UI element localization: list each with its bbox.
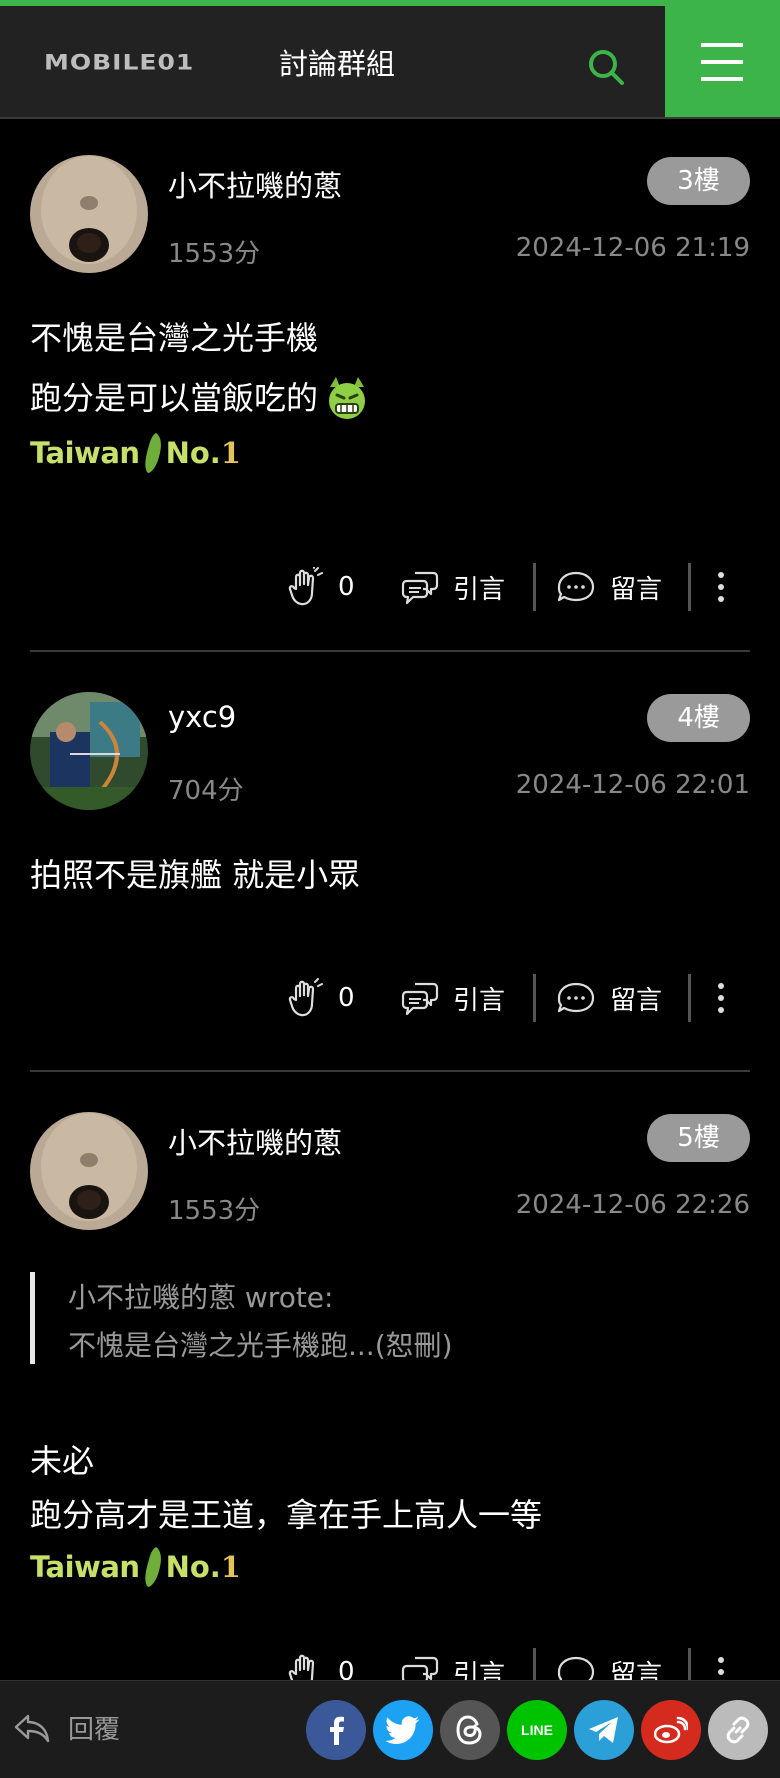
post-floor-3: 小不拉嘰的蔥 1553分 3樓 2024-12-06 21:19 不愧是台灣之光… xyxy=(30,155,750,635)
content-line: 不愧是台灣之光手機 xyxy=(30,319,319,357)
quote-button[interactable]: 引言 xyxy=(401,557,505,617)
floor-badge[interactable]: 4樓 xyxy=(647,694,750,742)
more-options-button[interactable] xyxy=(716,968,740,1028)
menu-button[interactable] xyxy=(665,6,780,117)
avatar-image xyxy=(30,1112,148,1230)
comment-button[interactable]: 留言 xyxy=(556,968,662,1028)
bottom-action-bar: 回覆 LINE xyxy=(0,1680,780,1778)
post-time: 2024-12-06 22:01 xyxy=(515,770,750,800)
site-logo[interactable]: MOBILE01 xyxy=(44,42,194,82)
quoted-reply: 小不拉嘰的蔥 wrote: 不愧是台灣之光手機跑...(恕刪) xyxy=(30,1272,755,1364)
action-separator xyxy=(533,974,536,1022)
more-options-button[interactable] xyxy=(716,557,740,617)
post-content: 未必 跑分高才是王道，拿在手上高人一等 Taiwan No. 1 xyxy=(30,1434,542,1592)
user-score: 704分 xyxy=(168,776,244,806)
reply-button[interactable]: 回覆 xyxy=(12,1709,120,1746)
like-button[interactable]: 0 xyxy=(288,557,355,617)
taiwan-map-icon xyxy=(144,433,161,473)
taiwan-no1-sticker: Taiwan No. 1 xyxy=(30,1542,542,1592)
avatar[interactable] xyxy=(30,155,148,273)
comment-label: 留言 xyxy=(610,574,663,605)
post-floor-4: yxc9 704分 4樓 2024-12-06 22:01 拍照不是旗艦 就是小… xyxy=(30,692,750,1022)
comment-label: 留言 xyxy=(610,985,663,1016)
comment-bubble-icon xyxy=(557,982,595,1013)
hamburger-icon xyxy=(701,43,743,81)
post-actions: 0 引言 留言 xyxy=(30,968,750,1028)
username[interactable]: 小不拉嘰的蔥 xyxy=(168,163,342,205)
action-separator xyxy=(533,563,536,611)
search-button[interactable] xyxy=(582,43,630,91)
like-button[interactable]: 0 xyxy=(288,968,355,1028)
post-time: 2024-12-06 21:19 xyxy=(515,233,750,263)
content-line: 未必 xyxy=(30,1442,95,1480)
share-line-button[interactable]: LINE xyxy=(507,1700,567,1760)
quote-bubbles-icon xyxy=(401,571,439,605)
post-floor-5: 小不拉嘰的蔥 1553分 5樓 2024-12-06 22:26 小不拉嘰的蔥 … xyxy=(30,1112,750,1696)
comment-button[interactable]: 留言 xyxy=(556,557,662,617)
threads-icon xyxy=(456,1715,482,1745)
search-icon xyxy=(589,50,624,85)
quote-button[interactable]: 引言 xyxy=(401,968,505,1028)
like-count: 0 xyxy=(338,572,355,602)
line-icon: LINE xyxy=(521,1722,553,1738)
twitter-bird-icon xyxy=(386,1716,419,1744)
logo-text: MOBILE01 xyxy=(44,49,195,75)
taiwan-map-icon xyxy=(144,1547,161,1587)
reply-arrow-icon xyxy=(14,1714,50,1742)
content-line: 跑分高才是王道，拿在手上高人一等 xyxy=(30,1496,543,1534)
action-separator xyxy=(688,563,691,611)
quote-label: 引言 xyxy=(453,574,506,605)
avatar[interactable] xyxy=(30,692,148,810)
post-actions: 0 引言 留言 xyxy=(30,557,750,617)
weibo-icon xyxy=(654,1716,688,1744)
floor-badge[interactable]: 5樓 xyxy=(647,1114,750,1162)
avatar-image xyxy=(30,692,148,810)
like-count: 0 xyxy=(338,983,355,1013)
avatar[interactable] xyxy=(30,1112,148,1230)
content-line: 拍照不是旗艦 就是小眾 xyxy=(30,856,361,894)
post-divider xyxy=(30,650,750,652)
user-score: 1553分 xyxy=(168,239,261,269)
post-time: 2024-12-06 22:26 xyxy=(515,1190,750,1220)
share-telegram-button[interactable] xyxy=(574,1700,634,1760)
username[interactable]: yxc9 xyxy=(168,700,236,734)
quote-bubbles-icon xyxy=(401,982,439,1016)
green-devil-grin-emoji xyxy=(329,377,366,419)
copy-link-button[interactable] xyxy=(708,1700,768,1760)
share-weibo-button[interactable] xyxy=(641,1700,701,1760)
clap-hand-icon xyxy=(288,567,323,606)
quote-author: 小不拉嘰的蔥 wrote: xyxy=(68,1281,334,1314)
content-line: 跑分是可以當飯吃的 xyxy=(30,379,319,417)
more-vertical-icon xyxy=(718,983,724,1013)
facebook-icon xyxy=(330,1716,344,1745)
share-facebook-button[interactable] xyxy=(306,1700,366,1760)
reply-label: 回覆 xyxy=(68,1715,121,1745)
quote-label: 引言 xyxy=(453,985,506,1016)
action-separator xyxy=(688,974,691,1022)
share-threads-button[interactable] xyxy=(440,1700,500,1760)
username[interactable]: 小不拉嘰的蔥 xyxy=(168,1120,342,1162)
link-icon xyxy=(726,1716,750,1744)
more-vertical-icon xyxy=(718,572,724,602)
telegram-icon xyxy=(589,1717,618,1743)
comment-bubble-icon xyxy=(557,571,595,602)
post-divider xyxy=(30,1070,750,1072)
floor-badge[interactable]: 3樓 xyxy=(647,157,750,205)
post-content: 不愧是台灣之光手機 跑分是可以當飯吃的 Taiwan No. 1 xyxy=(30,308,370,478)
site-header: MOBILE01 討論群組 xyxy=(0,6,780,119)
avatar-image xyxy=(30,155,148,273)
share-twitter-button[interactable] xyxy=(373,1700,433,1760)
taiwan-no1-sticker: Taiwan No. 1 xyxy=(30,428,370,478)
post-content: 拍照不是旗艦 就是小眾 xyxy=(30,845,360,905)
clap-hand-icon xyxy=(288,978,323,1017)
page-title: 討論群組 xyxy=(279,47,396,81)
user-score: 1553分 xyxy=(168,1196,261,1226)
quote-excerpt: 不愧是台灣之光手機跑...(恕刪) xyxy=(68,1329,453,1362)
